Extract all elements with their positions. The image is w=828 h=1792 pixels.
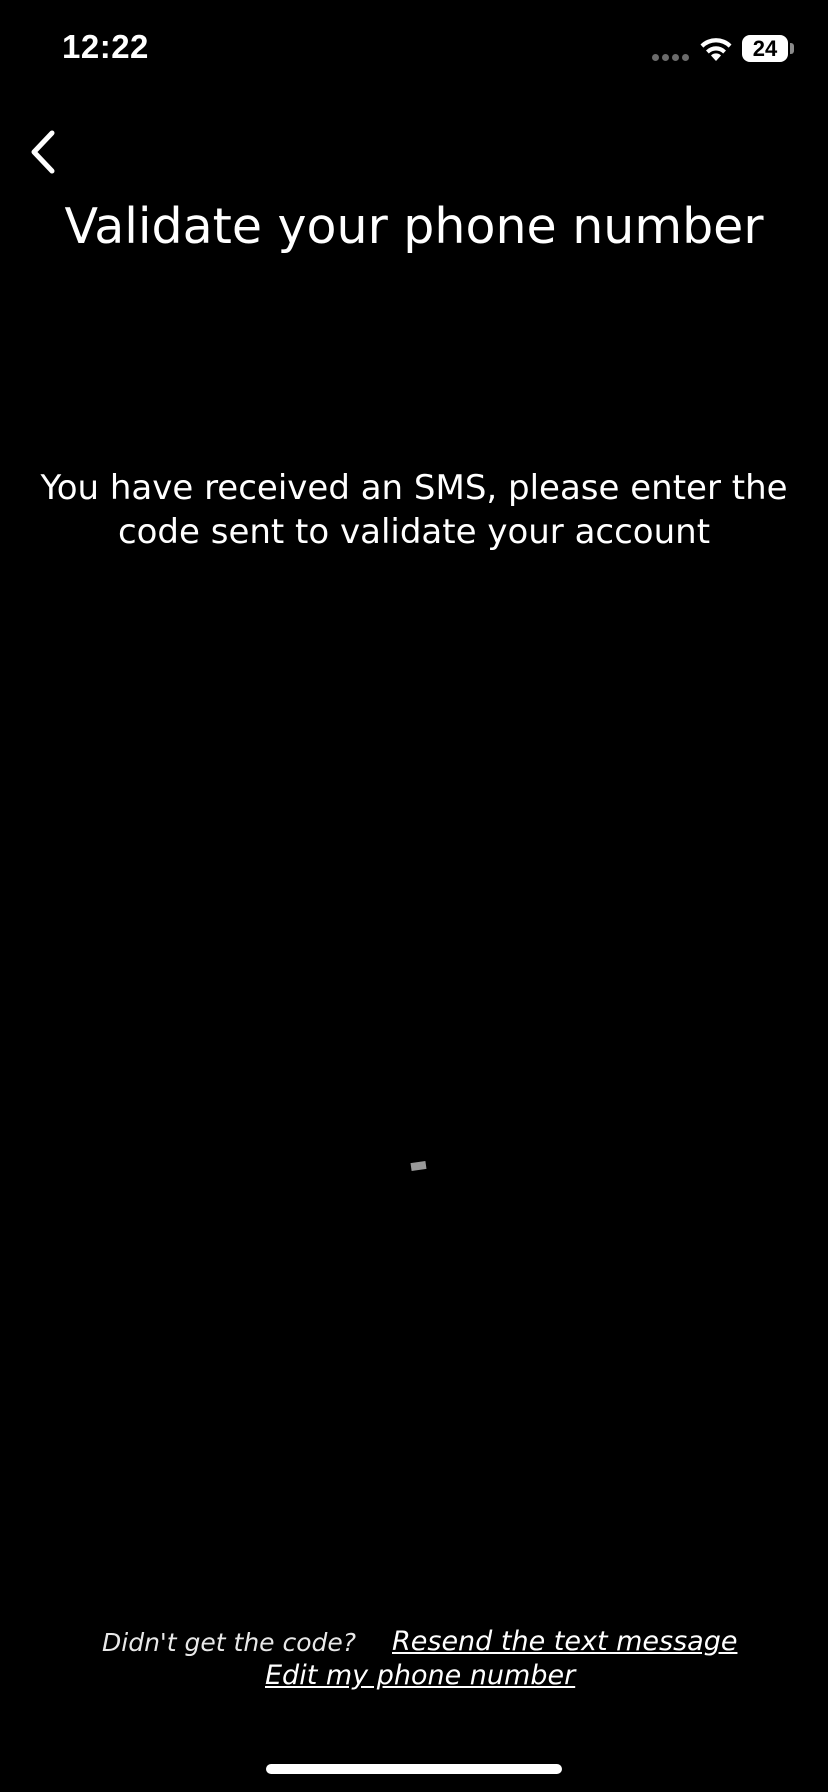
signal-dots-icon [652, 54, 689, 61]
resend-sms-link[interactable]: Resend the text message [392, 1626, 737, 1657]
page-title: Validate your phone number [64, 198, 764, 255]
back-button[interactable] [22, 122, 74, 182]
home-indicator[interactable] [266, 1764, 562, 1774]
edit-phone-number-link[interactable]: Edit my phone number [265, 1660, 575, 1691]
battery-icon: 24 [742, 35, 788, 62]
instructions-line-2: code sent to validate your account [117, 512, 711, 552]
status-time: 12:22 [62, 28, 149, 65]
status-bar: 12:22 24 [0, 0, 828, 100]
chevron-left-icon [31, 130, 55, 174]
didnt-get-code-label: Didn't get the code? [102, 1628, 357, 1657]
instructions-text: You have received an SMS, please enter t… [20, 466, 808, 554]
wifi-icon [700, 38, 732, 61]
instructions-line-1: You have received an SMS, please enter t… [40, 468, 788, 508]
footer: Didn't get the code? Resend the text mes… [0, 1620, 828, 1700]
code-input-field[interactable] [0, 600, 828, 1220]
battery-tip [790, 43, 794, 54]
battery-level: 24 [752, 36, 778, 61]
